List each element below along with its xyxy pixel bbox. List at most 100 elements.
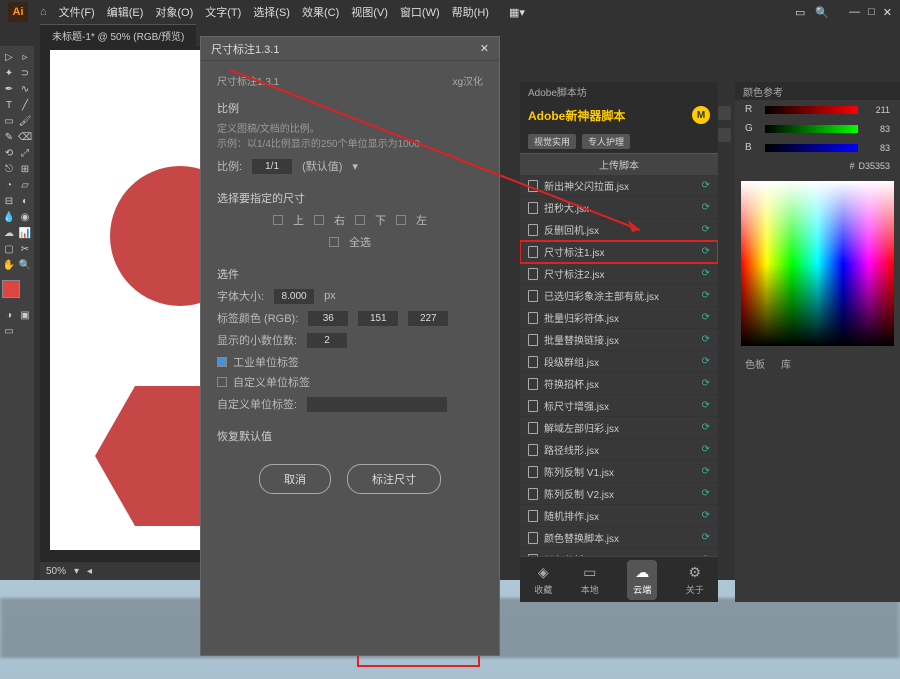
menu-view[interactable]: 视图(V): [351, 4, 388, 20]
list-item[interactable]: 新出神父闪拉面.jsx⟳: [520, 175, 718, 197]
b-value[interactable]: 83: [866, 143, 890, 153]
check-right[interactable]: [314, 215, 324, 225]
workspace-icon[interactable]: ▦▾: [509, 6, 525, 19]
download-icon[interactable]: ⟳: [702, 268, 710, 279]
list-item-highlighted[interactable]: 尺寸标注1.jsx⟳: [520, 241, 718, 263]
curvature-tool[interactable]: ∿: [18, 82, 32, 96]
list-item[interactable]: 解域左部归彩.jsx⟳: [520, 417, 718, 439]
list-item[interactable]: 陈列反制 V2.jsx⟳: [520, 483, 718, 505]
list-item[interactable]: 批量替换链接.jsx⟳: [520, 329, 718, 351]
download-icon[interactable]: ⟳: [702, 444, 710, 455]
menu-object[interactable]: 对象(O): [155, 4, 193, 20]
menu-file[interactable]: 文件(F): [59, 4, 95, 20]
check-all[interactable]: [329, 237, 339, 247]
color-spectrum[interactable]: [741, 181, 894, 346]
nav-prev-icon[interactable]: ◂: [87, 566, 92, 577]
symbol-tool[interactable]: ☁: [2, 226, 16, 240]
selection-tool[interactable]: ▷: [2, 50, 16, 64]
footer-about[interactable]: ⚙关于: [686, 564, 704, 596]
download-icon[interactable]: ⟳: [702, 356, 710, 367]
tab-library[interactable]: 库: [781, 356, 791, 371]
list-item[interactable]: 标尺寸增强.jsx⟳: [520, 395, 718, 417]
draw-mode-icon[interactable]: ▣: [18, 308, 32, 322]
download-icon[interactable]: ⟳: [702, 400, 710, 411]
download-icon[interactable]: ⟳: [702, 488, 710, 499]
font-size-input[interactable]: [274, 289, 314, 304]
gradient-tool[interactable]: ◐: [18, 194, 32, 208]
dropdown-icon[interactable]: ▾: [352, 160, 358, 173]
download-icon[interactable]: ⟳: [702, 180, 710, 191]
wand-tool[interactable]: ✦: [2, 66, 16, 80]
color-panel-header[interactable]: 颜色参考: [735, 82, 900, 100]
shaper-tool[interactable]: ✎: [2, 130, 16, 144]
graph-tool[interactable]: 📊: [18, 226, 32, 240]
g-value[interactable]: 83: [866, 124, 890, 134]
cancel-button[interactable]: 取消: [259, 464, 331, 494]
list-item[interactable]: 已选归彩象涂主部有就.jsx⟳: [520, 285, 718, 307]
download-icon[interactable]: ⟳: [702, 466, 710, 477]
download-icon[interactable]: ⟳: [702, 246, 710, 257]
download-icon[interactable]: ⟳: [702, 290, 710, 301]
canvas[interactable]: [40, 46, 200, 566]
menu-edit[interactable]: 编辑(E): [107, 4, 144, 20]
document-tab[interactable]: 未标题-1* @ 50% (RGB/预览): [40, 24, 196, 46]
line-tool[interactable]: ╱: [18, 98, 32, 112]
home-icon[interactable]: ⌂: [40, 6, 47, 18]
rect-tool[interactable]: ▭: [2, 114, 16, 128]
artboard-tool[interactable]: ▢: [2, 242, 16, 256]
menu-select[interactable]: 选择(S): [253, 4, 290, 20]
footer-fav[interactable]: ◈收藏: [534, 564, 552, 596]
menu-effect[interactable]: 效果(C): [302, 4, 339, 20]
footer-cloud[interactable]: ☁云端: [627, 560, 657, 600]
custom-unit-input[interactable]: [307, 397, 447, 412]
list-item[interactable]: 颜色替换脚本.jsx⟳: [520, 527, 718, 549]
fill-swatch[interactable]: [2, 280, 20, 298]
check-down[interactable]: [355, 215, 365, 225]
download-icon[interactable]: ⟳: [702, 312, 710, 323]
r-slider[interactable]: [765, 106, 858, 114]
rotate-tool[interactable]: ⟲: [2, 146, 16, 160]
menu-type[interactable]: 文字(T): [205, 4, 241, 20]
layout-icon[interactable]: ▭: [795, 6, 805, 19]
color-g-input[interactable]: [358, 311, 398, 326]
color-b-input[interactable]: [408, 311, 448, 326]
r-value[interactable]: 211: [866, 105, 890, 115]
list-item[interactable]: 随机排作.jsx⟳: [520, 505, 718, 527]
ok-button[interactable]: 标注尺寸: [347, 464, 441, 494]
menu-help[interactable]: 帮助(H): [452, 4, 489, 20]
minimize-icon[interactable]: —: [849, 6, 860, 19]
color-mode-icon[interactable]: ◑: [2, 308, 16, 322]
g-slider[interactable]: [765, 125, 858, 133]
scale-tool[interactable]: ⤢: [18, 146, 32, 160]
menu-window[interactable]: 窗口(W): [400, 4, 440, 20]
shape-builder-tool[interactable]: ◔: [2, 178, 16, 192]
script-panel-header[interactable]: Adobe脚本坊: [520, 82, 718, 100]
download-icon[interactable]: ⟳: [702, 202, 710, 213]
download-icon[interactable]: ⟳: [702, 510, 710, 521]
zoom-value[interactable]: 50%: [46, 566, 66, 577]
screen-mode-icon[interactable]: ▭: [2, 324, 16, 338]
eyedropper-tool[interactable]: 💧: [2, 210, 16, 224]
tab-swatches[interactable]: 色板: [745, 356, 765, 371]
b-slider[interactable]: [765, 144, 858, 152]
list-item[interactable]: 尺寸标注2.jsx⟳: [520, 263, 718, 285]
hand-tool[interactable]: ✋: [2, 258, 16, 272]
perspective-tool[interactable]: ▱: [18, 178, 32, 192]
mesh-tool[interactable]: ⊟: [2, 194, 16, 208]
hex-value[interactable]: D35353: [858, 161, 890, 171]
check-custom[interactable]: [217, 377, 227, 387]
dock-icon[interactable]: [717, 128, 731, 142]
eraser-tool[interactable]: ⌫: [18, 130, 32, 144]
tag-visual[interactable]: 视觉实用: [528, 134, 576, 149]
list-item[interactable]: 反删回机.jsx⟳: [520, 219, 718, 241]
check-metric[interactable]: [217, 357, 227, 367]
dialog-titlebar[interactable]: 尺寸标注1.3.1 ✕: [201, 37, 499, 61]
color-r-input[interactable]: [308, 311, 348, 326]
zoom-dropdown-icon[interactable]: ▾: [74, 566, 79, 577]
download-icon[interactable]: ⟳: [702, 224, 710, 235]
list-item[interactable]: 陈列反制 V1.jsx⟳: [520, 461, 718, 483]
check-left[interactable]: [396, 215, 406, 225]
brush-tool[interactable]: 🖌: [18, 114, 32, 128]
zoom-tool[interactable]: 🔍: [18, 258, 32, 272]
close-icon[interactable]: ✕: [883, 6, 892, 19]
